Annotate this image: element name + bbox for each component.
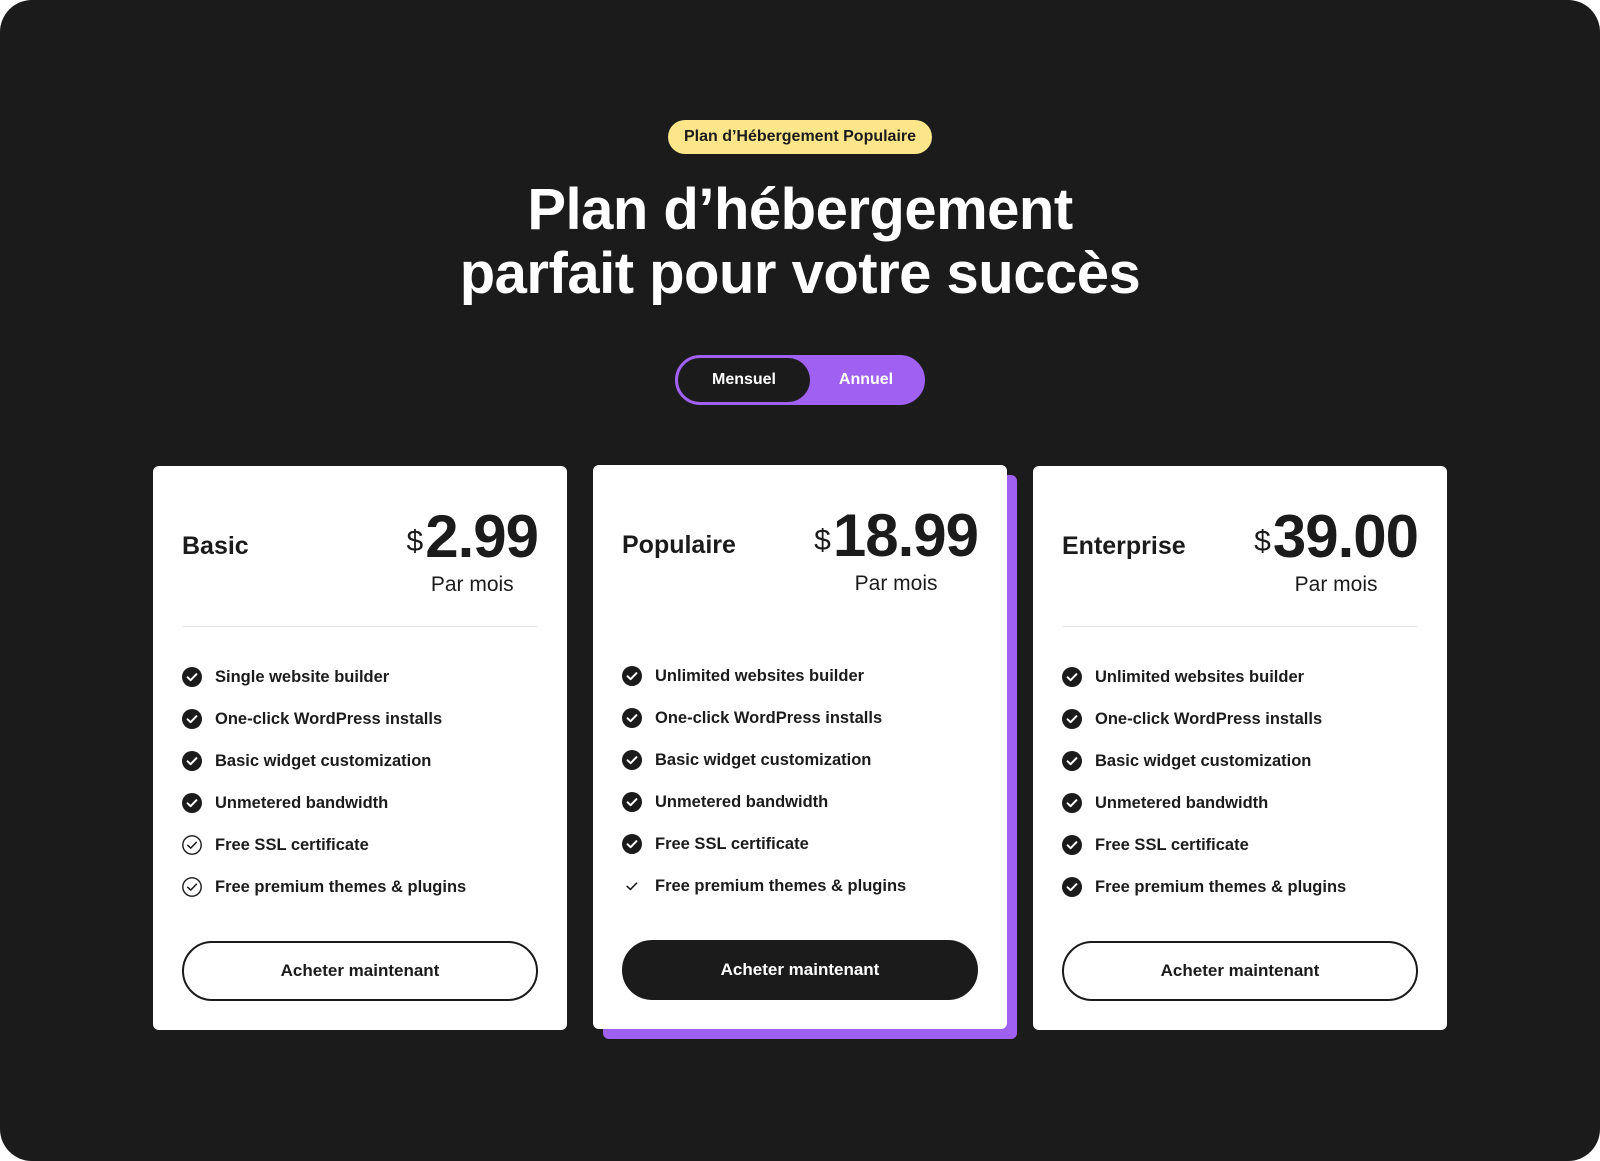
check-circle-outline-icon [182, 877, 202, 897]
check-circle-filled-icon [622, 708, 642, 728]
check-circle-filled-icon [622, 792, 642, 812]
currency-symbol: $ [1254, 525, 1271, 558]
feature-label: One-click WordPress installs [655, 708, 883, 727]
feature-item: Free SSL certificate [622, 823, 906, 865]
check-circle-filled-icon [182, 709, 202, 729]
plan-name: Basic [182, 532, 249, 560]
feature-list: Single website builder One-click WordPres… [182, 656, 466, 908]
feature-item: Basic widget customization [1062, 740, 1346, 782]
check-circle-filled-icon [182, 793, 202, 813]
feature-label: Free SSL certificate [215, 835, 369, 854]
check-circle-filled-icon [182, 751, 202, 771]
feature-label: Basic widget customization [1095, 751, 1312, 770]
plan-price: $2.99 Par mois [406, 502, 539, 597]
check-circle-filled-icon [1062, 877, 1082, 897]
feature-item: Unmetered bandwidth [622, 781, 906, 823]
plan-name: Populaire [622, 531, 736, 559]
pricing-section: Plan d’Hébergement Populaire Plan d’hébe… [0, 0, 1600, 1161]
divider [622, 625, 978, 626]
page-title-line-2: parfait pour votre succès [459, 241, 1141, 306]
feature-list: Unlimited websites builder One-click Word… [1062, 656, 1346, 908]
plan-card-basic: Basic $2.99 Par mois Single website buil… [153, 466, 567, 1030]
feature-item: One-click WordPress installs [182, 698, 466, 740]
check-circle-filled-icon [182, 667, 202, 687]
feature-label: Free premium themes & plugins [1095, 877, 1347, 896]
check-circle-filled-icon [1062, 793, 1082, 813]
page-title: Plan d’hébergement parfait pour votre su… [300, 178, 1300, 306]
feature-item: Free SSL certificate [1062, 824, 1346, 866]
currency-symbol: $ [814, 524, 831, 557]
check-circle-filled-icon [622, 834, 642, 854]
feature-item: Free premium themes & plugins [1062, 866, 1346, 908]
feature-item: Single website builder [182, 656, 466, 698]
feature-item: Unlimited websites builder [622, 655, 906, 697]
buy-now-button[interactable]: Acheter maintenant [622, 940, 978, 1000]
feature-label: One-click WordPress installs [215, 709, 443, 728]
plan-price: $18.99 Par mois [814, 501, 979, 596]
price-amount: 39.00 [1272, 503, 1419, 570]
check-circle-filled-icon [1062, 667, 1082, 687]
feature-item: Free premium themes & plugins [622, 865, 906, 907]
price-period: Par mois [854, 572, 938, 595]
feature-item: Basic widget customization [182, 740, 466, 782]
divider [1062, 626, 1418, 627]
billing-option-annual[interactable]: Annuel [810, 358, 922, 402]
feature-label: Free SSL certificate [1095, 835, 1249, 854]
feature-label: Unmetered bandwidth [655, 792, 829, 811]
check-circle-outline-icon [182, 835, 202, 855]
check-circle-filled-icon [1062, 835, 1082, 855]
feature-item: One-click WordPress installs [1062, 698, 1346, 740]
feature-item: Unmetered bandwidth [1062, 782, 1346, 824]
feature-label: Unlimited websites builder [655, 666, 865, 685]
feature-item: One-click WordPress installs [622, 697, 906, 739]
feature-item: Basic widget customization [622, 739, 906, 781]
divider [182, 626, 538, 627]
buy-now-button[interactable]: Acheter maintenant [1062, 941, 1418, 1001]
plan-price: $39.00 Par mois [1254, 502, 1419, 597]
billing-option-monthly[interactable]: Mensuel [678, 358, 810, 402]
check-plain-icon [622, 876, 642, 896]
feature-label: Unmetered bandwidth [215, 793, 389, 812]
popular-plan-badge: Plan d’Hébergement Populaire [668, 120, 932, 154]
price-amount: 18.99 [832, 502, 979, 569]
feature-label: Single website builder [215, 667, 390, 686]
check-circle-filled-icon [622, 750, 642, 770]
price-amount: 2.99 [425, 503, 539, 570]
feature-item: Free SSL certificate [182, 824, 466, 866]
feature-label: Unlimited websites builder [1095, 667, 1305, 686]
price-period: Par mois [1294, 573, 1378, 596]
feature-item: Unlimited websites builder [1062, 656, 1346, 698]
billing-toggle[interactable]: Mensuel Annuel [675, 355, 925, 405]
feature-label: Free premium themes & plugins [655, 876, 907, 895]
feature-label: Free premium themes & plugins [215, 877, 467, 896]
feature-label: Basic widget customization [215, 751, 432, 770]
buy-now-button[interactable]: Acheter maintenant [182, 941, 538, 1001]
feature-label: Free SSL certificate [655, 834, 809, 853]
feature-list: Unlimited websites builder One-click Word… [622, 655, 906, 907]
check-circle-filled-icon [1062, 751, 1082, 771]
feature-item: Unmetered bandwidth [182, 782, 466, 824]
feature-label: Basic widget customization [655, 750, 872, 769]
currency-symbol: $ [406, 525, 424, 558]
price-period: Par mois [430, 573, 514, 596]
plan-card-populaire: Populaire $18.99 Par mois Unlimited webs… [593, 465, 1007, 1029]
feature-label: Unmetered bandwidth [1095, 793, 1269, 812]
plan-name: Enterprise [1062, 532, 1186, 560]
page-title-line-1: Plan d’hébergement [527, 177, 1073, 242]
check-circle-filled-icon [1062, 709, 1082, 729]
feature-item: Free premium themes & plugins [182, 866, 466, 908]
plan-card-enterprise: Enterprise $39.00 Par mois Unlimited web… [1033, 466, 1447, 1030]
check-circle-filled-icon [622, 666, 642, 686]
feature-label: One-click WordPress installs [1095, 709, 1323, 728]
